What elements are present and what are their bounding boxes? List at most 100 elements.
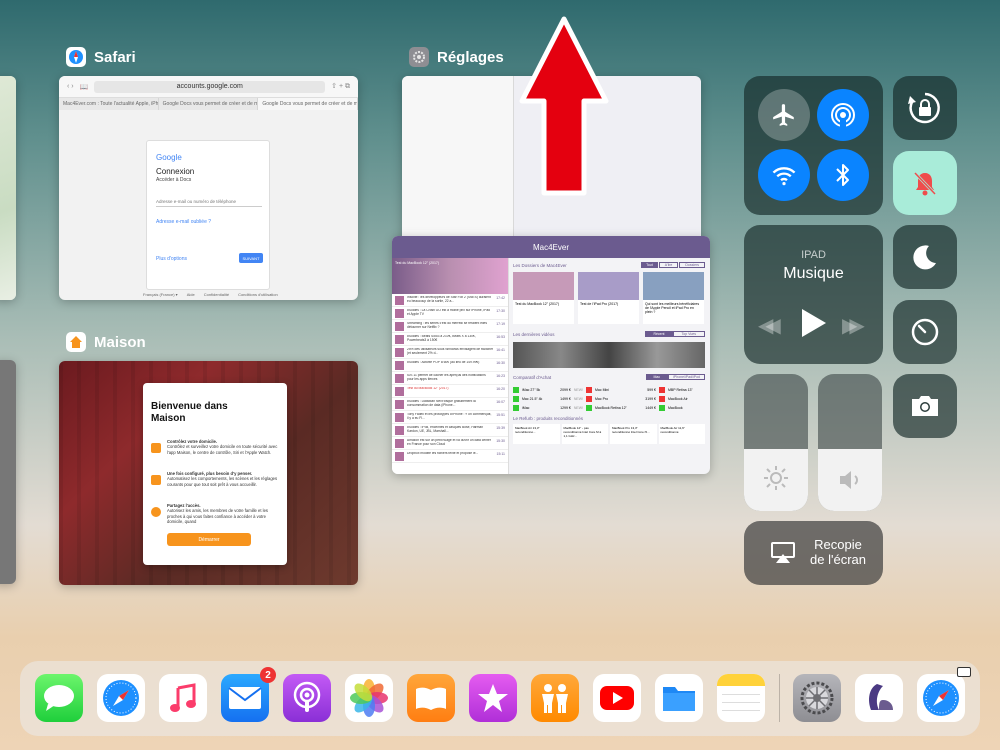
airdrop-icon <box>831 103 855 128</box>
tab-top-vues: Top Vues <box>672 331 705 337</box>
news-item: #Soldes : iPod, enceintes et casques Bos… <box>392 424 508 437</box>
youtube-dock-icon[interactable] <box>593 674 641 722</box>
safari-recent-dock-icon[interactable] <box>917 674 965 722</box>
settings-small-icon <box>409 47 429 67</box>
news-time: 16:41 <box>496 348 505 352</box>
news-thumbnail <box>395 348 404 357</box>
timer-button[interactable] <box>893 300 957 364</box>
refurb-card: MacBook Air 11,6" reconditionné <box>658 424 705 444</box>
price-row: Mac 21.5" 4k 1499 € NEW! <box>513 394 583 403</box>
news-text: Tony Fadell et les prototypes d'iPhone :… <box>407 413 492 420</box>
airplane-mode-toggle[interactable] <box>758 89 810 141</box>
safari-small-icon <box>66 47 86 67</box>
news-text: #Soldes : Activité POP à 60€ (au lieu de… <box>407 361 480 364</box>
price-row: iMac 1299 € NEW! <box>513 403 583 412</box>
news-item: #Soldes : Activité POP à 60€ (au lieu de… <box>392 359 508 372</box>
mute-toggle[interactable] <box>893 151 957 215</box>
news-text: #Soldes : Beats Solo3 à 210€, Beats X à … <box>407 335 476 342</box>
dock-divider <box>779 674 780 722</box>
brightness-slider[interactable] <box>744 374 808 511</box>
mail-dock-icon[interactable] <box>221 674 269 722</box>
start-button: Démarrer <box>167 533 251 546</box>
play-button[interactable] <box>800 307 828 344</box>
person-feature-icon <box>151 507 161 517</box>
tab-mac: Mac <box>645 374 669 380</box>
footer-privacy: Confidentialité <box>203 292 230 297</box>
messages-dock-icon[interactable] <box>35 674 83 722</box>
camera-button[interactable] <box>893 374 957 438</box>
feature-text: Autorisez les amis, les membres de votre… <box>167 508 269 525</box>
refurb-card: MacBook Air 13,3" reconditionné... <box>513 424 560 444</box>
files-dock-icon[interactable] <box>655 674 703 722</box>
mac4ever-dock-icon[interactable] <box>855 674 903 722</box>
news-text: 25% des utilisateurs sous Windows envisa… <box>407 348 494 355</box>
forward-button[interactable]: ▶▶ <box>842 313 865 338</box>
url-bar: accounts.google.com <box>94 80 326 93</box>
maison-app-card[interactable]: Bienvenue dans Maison Contrôlez votre do… <box>59 361 358 585</box>
rotation-lock-icon <box>908 92 940 124</box>
browser-tabs: Mac4Ever.com : Toute l'actualité Apple, … <box>59 98 358 110</box>
safari-app-card[interactable]: ‹ › 📖 accounts.google.com ⇧ + ⧉ Mac4Ever… <box>59 76 358 300</box>
news-time: 17:19 <box>496 322 505 326</box>
screen-mirroring-button[interactable]: Recopie de l'écran <box>744 521 883 585</box>
partial-app-card-left-2[interactable] <box>0 360 16 584</box>
safari-dock-icon[interactable] <box>97 674 145 722</box>
volume-slider[interactable] <box>818 374 882 511</box>
itunes-store-dock-icon[interactable] <box>469 674 517 722</box>
music-dock-icon[interactable] <box>159 674 207 722</box>
footer-terms: Conditions d'utilisation <box>238 292 278 297</box>
partial-app-card-left[interactable] <box>0 76 16 300</box>
next-button: SUIVANT <box>239 253 263 263</box>
refurb-card: MacBook 12" - pas reconditionné Intel Co… <box>561 424 608 444</box>
news-text: Amazon est sur un petit nuage et va ouvr… <box>407 439 491 446</box>
swipe-up-arrow-icon <box>519 16 609 196</box>
news-list: Insolite : les développeurs de Star Fox … <box>392 294 508 463</box>
feature-item: Contrôlez votre domicile. Contrôlez et s… <box>151 439 279 455</box>
do-not-disturb-toggle[interactable] <box>893 225 957 289</box>
ibooks-dock-icon[interactable] <box>407 674 455 722</box>
wifi-toggle[interactable] <box>758 149 810 201</box>
price-row: MacBook Air <box>659 394 704 403</box>
browser-tab: Google Docs vous permet de créer et de m… <box>159 98 259 110</box>
google-login-box: Google Connexion Accéder à Docs Adresse … <box>146 140 270 290</box>
wifi-icon <box>772 167 796 186</box>
price-row: Mac Pro 3199 € <box>586 394 656 403</box>
rotation-lock-toggle[interactable] <box>893 76 957 140</box>
news-item: Streaming : les séries c'est du merredi … <box>392 320 508 333</box>
mac4ever-app-card[interactable]: Mac4Ever Test du MacBook 12" (2017) Inso… <box>392 236 710 474</box>
airplay-icon <box>771 542 795 563</box>
feature-item: Partagez l'accès. Autorisez les amis, le… <box>151 503 279 525</box>
news-time: 15:39 <box>496 426 505 430</box>
news-thumbnail <box>395 400 404 409</box>
book-icon: 📖 <box>79 83 89 91</box>
browser-toolbar: ‹ › 📖 accounts.google.com ⇧ + ⧉ <box>59 76 358 98</box>
settings-dock-icon[interactable] <box>793 674 841 722</box>
news-item: Test du MacBook 12" (2017) 16:20 <box>392 385 508 398</box>
moon-icon <box>913 245 936 270</box>
news-thumbnail <box>395 452 404 461</box>
music-module[interactable]: IPAD Musique ◀◀ ▶▶ <box>744 225 883 364</box>
safari-app-title: Safari <box>66 47 136 67</box>
news-time: 16:23 <box>496 374 505 378</box>
automation-feature-icon <box>151 475 161 485</box>
airdrop-toggle[interactable] <box>817 89 869 141</box>
find-friends-dock-icon[interactable] <box>531 674 579 722</box>
footer-help: Aide <box>186 292 195 297</box>
bluetooth-toggle[interactable] <box>817 149 869 201</box>
news-thumbnail <box>395 322 404 331</box>
notes-dock-icon[interactable] <box>717 674 765 722</box>
photos-dock-icon[interactable] <box>345 674 393 722</box>
news-thumbnail <box>395 426 404 435</box>
featured-caption: Test du MacBook 12" (2017) <box>395 261 440 265</box>
feature-item: Une fois configuré, plus besoin d'y pens… <box>151 471 279 487</box>
footer-language: Français (France) ▾ <box>143 292 178 297</box>
tab-tout: Tout <box>641 262 658 268</box>
refurb-label: Le Refurb : produits reconditionnés <box>513 416 584 421</box>
rewind-button[interactable]: ◀◀ <box>758 313 781 338</box>
prices-label: Comparatif d'Achat <box>513 374 552 380</box>
news-thumbnail <box>395 387 404 396</box>
videos-label: Les dernières vidéos <box>513 331 555 337</box>
mail-badge: 2 <box>260 667 276 683</box>
podcasts-dock-icon[interactable] <box>283 674 331 722</box>
login-heading: Connexion <box>156 167 195 176</box>
